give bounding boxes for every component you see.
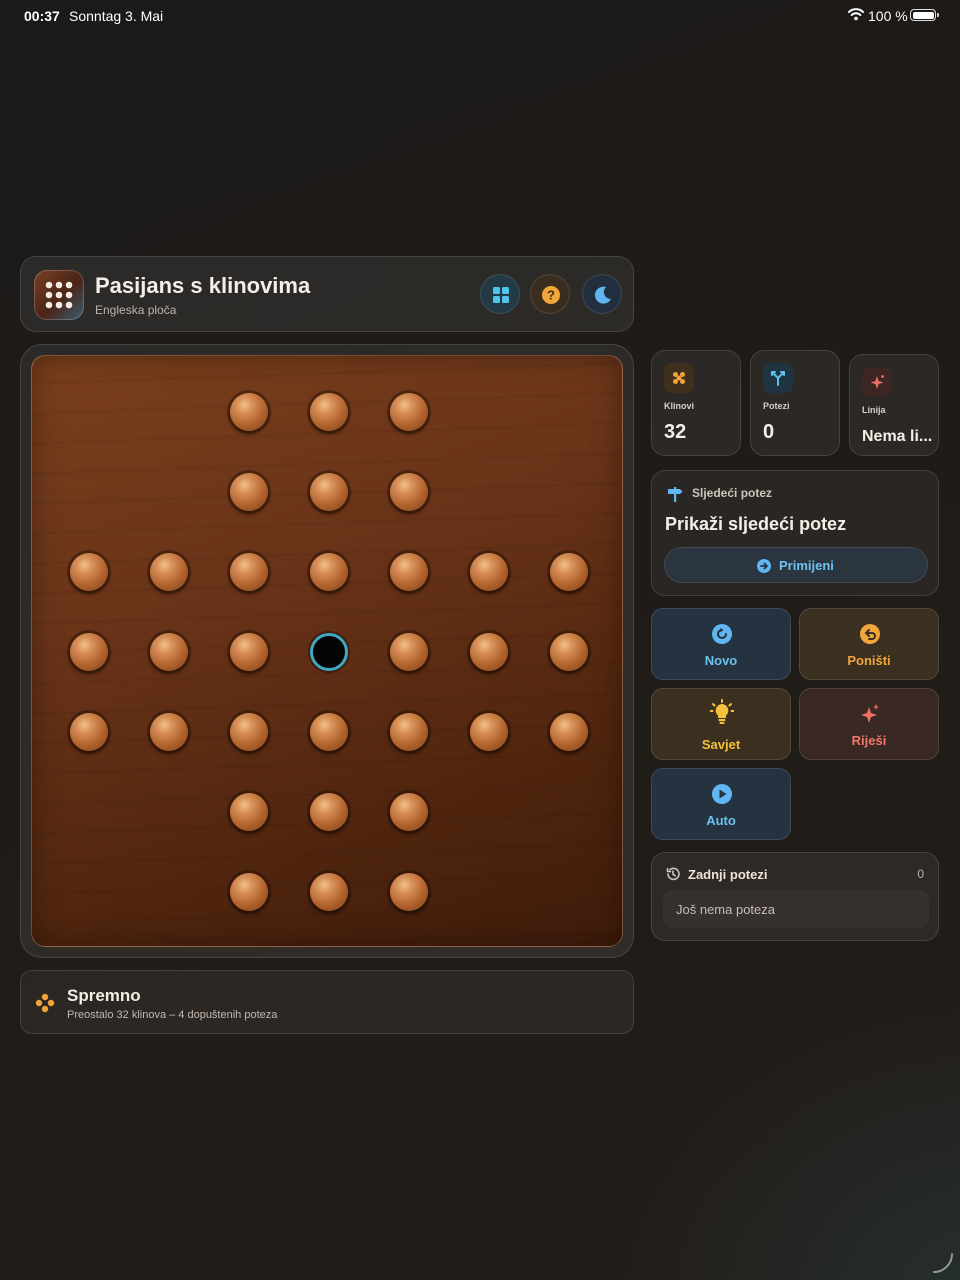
peg[interactable] (390, 393, 428, 431)
pegs-status-icon (35, 993, 55, 1013)
battery-icon (910, 9, 939, 21)
next-move-panel: Sljedeći potez Prikaži sljedeći potez Pr… (651, 470, 939, 596)
undo-label: Poništi (847, 653, 891, 668)
stat-label: Linija (862, 405, 886, 415)
board-layout-button[interactable] (480, 274, 520, 314)
empty-hole[interactable] (310, 633, 348, 671)
peg[interactable] (310, 553, 348, 591)
solve-button[interactable]: Riješi (799, 688, 939, 760)
peg[interactable] (390, 793, 428, 831)
undo-button[interactable]: Poništi (799, 608, 939, 680)
recent-moves-count: 0 (917, 867, 924, 881)
recent-moves-panel: Zadnji potezi 0 Još nema poteza (651, 852, 939, 941)
board-layout-icon (493, 287, 509, 303)
peg[interactable] (550, 633, 588, 671)
peg[interactable] (470, 713, 508, 751)
dark-mode-button[interactable] (582, 274, 622, 314)
app-header: Pasijans s klinovima Engleska ploča ? (20, 256, 634, 332)
peg[interactable] (550, 713, 588, 751)
app-logo-icon (34, 270, 84, 320)
arrow-right-circle-icon (757, 559, 771, 573)
auto-play-label: Auto (706, 813, 736, 828)
board-variant-subtitle: Engleska ploča (95, 303, 177, 317)
peg[interactable] (150, 553, 188, 591)
peg[interactable] (390, 553, 428, 591)
hint-button[interactable]: Savjet (651, 688, 791, 760)
next-move-label: Sljedeći potez (692, 486, 773, 500)
resize-handle-icon (933, 1253, 953, 1273)
peg[interactable] (390, 633, 428, 671)
battery-percent: 100 % (868, 8, 908, 24)
peg[interactable] (470, 633, 508, 671)
stat-label: Klinovi (664, 401, 695, 411)
wifi-icon (848, 8, 864, 21)
moves-icon (763, 363, 793, 393)
stat-value: Nema li... (862, 428, 933, 445)
peg[interactable] (70, 553, 108, 591)
stat-card-pegs: Klinovi 32 (651, 350, 741, 456)
lightbulb-icon (710, 699, 734, 724)
peg[interactable] (310, 393, 348, 431)
help-button[interactable]: ? (530, 274, 570, 314)
peg[interactable] (310, 793, 348, 831)
svg-text:?: ? (547, 288, 555, 303)
stat-card-line: Linija Nema li... (849, 354, 939, 456)
new-game-button[interactable]: Novo (651, 608, 791, 680)
peg[interactable] (390, 713, 428, 751)
app-title: Pasijans s klinovima (95, 273, 311, 298)
apply-move-label: Primijeni (779, 558, 834, 573)
signpost-icon (668, 487, 683, 502)
new-game-label: Novo (704, 653, 738, 668)
stat-value: 32 (664, 421, 687, 443)
peg[interactable] (470, 553, 508, 591)
status-subtitle: Preostalo 32 klinova – 4 dopuštenih pote… (67, 1009, 278, 1021)
peg[interactable] (230, 393, 268, 431)
restart-icon (712, 624, 732, 644)
history-icon (666, 867, 680, 881)
peg[interactable] (390, 473, 428, 511)
apply-move-button[interactable]: Primijeni (664, 547, 928, 583)
peg[interactable] (230, 473, 268, 511)
peg[interactable] (390, 873, 428, 911)
game-status-panel: Spremno Preostalo 32 klinova – 4 dopušte… (20, 970, 634, 1034)
dark-mode-icon (594, 286, 611, 304)
peg[interactable] (310, 713, 348, 751)
peg[interactable] (230, 553, 268, 591)
peg[interactable] (230, 713, 268, 751)
game-board[interactable] (31, 355, 623, 947)
peg[interactable] (310, 873, 348, 911)
status-bar: 00:37 Sonntag 3. Mai 100 % (0, 0, 960, 30)
undo-icon (860, 624, 880, 644)
peg[interactable] (230, 873, 268, 911)
help-icon: ? (542, 286, 560, 304)
pegs-icon (664, 363, 694, 393)
peg[interactable] (310, 473, 348, 511)
recent-moves-empty-text: Još nema poteza (676, 902, 776, 917)
peg[interactable] (150, 633, 188, 671)
status-title: Spremno (67, 986, 141, 1005)
recent-moves-empty: Još nema poteza (663, 890, 929, 928)
stat-label: Potezi (763, 401, 790, 411)
peg[interactable] (70, 633, 108, 671)
peg[interactable] (230, 793, 268, 831)
show-next-move-link[interactable]: Prikaži sljedeći potez (665, 514, 846, 535)
peg[interactable] (550, 553, 588, 591)
stat-value: 0 (763, 421, 775, 443)
stat-card-moves: Potezi 0 (750, 350, 840, 456)
auto-play-button[interactable]: Auto (651, 768, 791, 840)
peg[interactable] (70, 713, 108, 751)
solve-label: Riješi (851, 733, 887, 748)
clock: 00:37 (24, 8, 60, 24)
recent-moves-title: Zadnji potezi (688, 867, 768, 882)
sparkle-icon (861, 704, 879, 723)
date: Sonntag 3. Mai (69, 8, 164, 24)
peg[interactable] (150, 713, 188, 751)
peg[interactable] (230, 633, 268, 671)
play-icon (712, 784, 732, 804)
hint-label: Savjet (701, 737, 741, 752)
sparkle-icon (862, 367, 892, 397)
